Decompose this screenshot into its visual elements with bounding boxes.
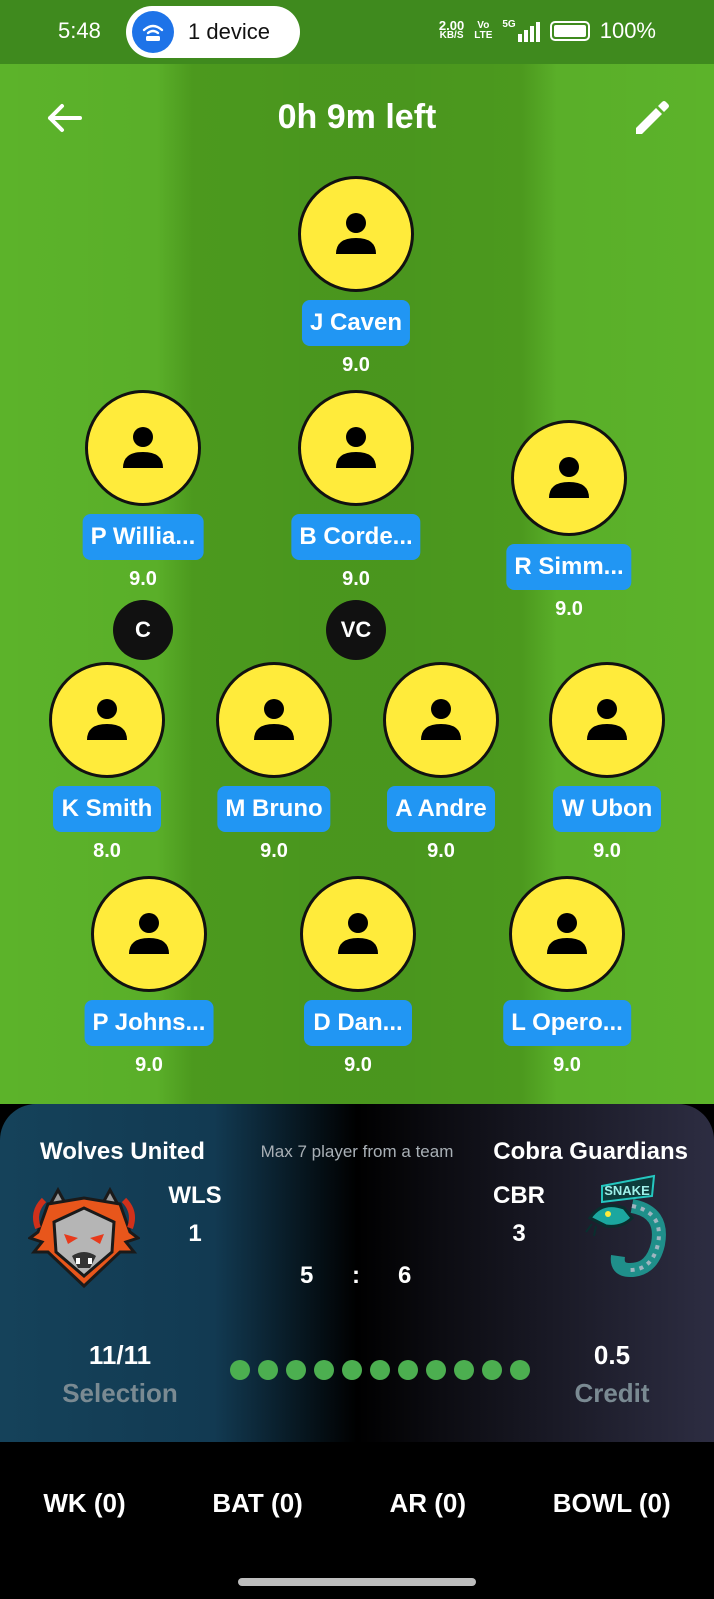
progress-dot bbox=[398, 1360, 418, 1380]
tab-wk[interactable]: WK (0) bbox=[43, 1488, 125, 1519]
player-name: A Andre bbox=[387, 786, 495, 832]
category-tabs: WK (0) BAT (0) AR (0) BOWL (0) bbox=[0, 1442, 714, 1564]
player-credit: 9.0 bbox=[553, 1054, 581, 1076]
battery-icon bbox=[549, 21, 590, 41]
system-nav-bar bbox=[0, 1564, 714, 1599]
captain-badge: C bbox=[113, 600, 173, 660]
snake-logo-icon: SNAKE bbox=[572, 1166, 684, 1278]
player-card[interactable]: P Willia... 9.0 bbox=[53, 390, 233, 610]
svg-text:SNAKE: SNAKE bbox=[604, 1183, 650, 1198]
player-name: W Ubon bbox=[553, 786, 661, 832]
player-credit: 9.0 bbox=[129, 568, 157, 590]
selection-label: Selection bbox=[62, 1378, 178, 1408]
progress-dot bbox=[426, 1360, 446, 1380]
player-name: M Bruno bbox=[217, 786, 331, 832]
tab-bat[interactable]: BAT (0) bbox=[212, 1488, 303, 1519]
pencil-icon bbox=[636, 101, 669, 134]
progress-dot bbox=[258, 1360, 278, 1380]
player-name: P Johns... bbox=[84, 1000, 214, 1046]
selection-value: 11/11 bbox=[88, 1340, 152, 1370]
player-card[interactable]: D Dan... 9.0 bbox=[268, 876, 448, 1096]
player-card[interactable]: A Andre 9.0 bbox=[351, 662, 531, 882]
progress-dot bbox=[230, 1360, 250, 1380]
device-count-label: 1 device bbox=[188, 19, 270, 44]
player-avatar-icon bbox=[298, 390, 414, 506]
player-card[interactable]: J Caven 9.0 bbox=[266, 176, 446, 396]
player-avatar-icon bbox=[300, 876, 416, 992]
player-name: L Opero... bbox=[503, 1000, 631, 1046]
player-avatar-icon bbox=[509, 876, 625, 992]
status-time: 5:48 bbox=[58, 18, 101, 43]
player-avatar-icon bbox=[49, 662, 165, 778]
time-left-title: 0h 9m left bbox=[277, 98, 437, 136]
team2-name: Cobra Guardians bbox=[493, 1138, 688, 1165]
player-card[interactable]: P Johns... 9.0 bbox=[59, 876, 239, 1096]
player-credit: 9.0 bbox=[344, 1054, 372, 1076]
player-credit: 9.0 bbox=[593, 840, 621, 862]
home-indicator[interactable] bbox=[238, 1578, 476, 1586]
player-card[interactable]: L Opero... 9.0 bbox=[477, 876, 657, 1096]
edit-button[interactable] bbox=[628, 94, 676, 142]
player-card[interactable]: K Smith 8.0 bbox=[17, 662, 197, 882]
player-name: B Corde... bbox=[291, 514, 421, 560]
selection-progress bbox=[230, 1360, 530, 1380]
status-bar: 5:48 1 device 2.00 KB/S Vo LTE 5G 100% bbox=[0, 0, 714, 64]
player-credit: 9.0 bbox=[135, 1054, 163, 1076]
tab-bowl[interactable]: BOWL (0) bbox=[553, 1488, 671, 1519]
player-name: R Simm... bbox=[506, 544, 632, 590]
player-card[interactable]: B Corde... 9.0 bbox=[266, 390, 446, 610]
progress-dot bbox=[342, 1360, 362, 1380]
player-credit: 9.0 bbox=[260, 840, 288, 862]
vice-captain-badge: VC bbox=[326, 600, 386, 660]
player-avatar-icon bbox=[91, 876, 207, 992]
score-left: 5 bbox=[300, 1262, 314, 1289]
score-right: 6 bbox=[398, 1262, 412, 1289]
team1-code: WLS bbox=[168, 1182, 222, 1209]
player-avatar-icon bbox=[298, 176, 414, 292]
player-credit: 9.0 bbox=[427, 840, 455, 862]
progress-dot bbox=[286, 1360, 306, 1380]
signal-icon: 5G bbox=[502, 20, 540, 42]
team2-count: 3 bbox=[512, 1220, 526, 1247]
player-avatar-icon bbox=[85, 390, 201, 506]
player-credit: 8.0 bbox=[93, 840, 121, 862]
top-bar: 0h 9m left bbox=[0, 64, 714, 174]
team-summary-panel: Wolves United Max 7 player from a team C… bbox=[0, 1104, 714, 1442]
player-avatar-icon bbox=[216, 662, 332, 778]
wolf-logo-icon bbox=[26, 1182, 142, 1294]
tab-ar[interactable]: AR (0) bbox=[389, 1488, 466, 1519]
status-icons: 2.00 KB/S Vo LTE 5G 100% bbox=[439, 18, 656, 44]
progress-dot bbox=[482, 1360, 502, 1380]
screen: 5:48 1 device 2.00 KB/S Vo LTE 5G 100% 0… bbox=[0, 0, 714, 1599]
player-credit: 9.0 bbox=[342, 568, 370, 590]
player-card[interactable]: R Simm... 9.0 bbox=[479, 420, 659, 640]
player-name: K Smith bbox=[53, 786, 161, 832]
player-card[interactable]: M Bruno 9.0 bbox=[184, 662, 364, 882]
player-card[interactable]: W Ubon 9.0 bbox=[517, 662, 697, 882]
score-separator: : bbox=[352, 1262, 360, 1289]
credit-value: 0.5 bbox=[593, 1340, 631, 1370]
credit-label: Credit bbox=[574, 1378, 650, 1408]
player-name: P Willia... bbox=[82, 514, 204, 560]
hotspot-icon bbox=[132, 11, 174, 53]
team2-code: CBR bbox=[493, 1182, 545, 1209]
volte-icon: Vo LTE bbox=[474, 20, 493, 41]
progress-dot bbox=[314, 1360, 334, 1380]
player-avatar-icon bbox=[511, 420, 627, 536]
player-credit: 9.0 bbox=[555, 598, 583, 620]
player-credit: 9.0 bbox=[342, 354, 370, 376]
net-speed: 2.00 KB/S bbox=[438, 18, 465, 41]
player-name: D Dan... bbox=[304, 1000, 412, 1046]
battery-percent: 100% bbox=[599, 18, 656, 43]
player-avatar-icon bbox=[549, 662, 665, 778]
progress-dot bbox=[370, 1360, 390, 1380]
connected-devices-pill[interactable]: 1 device bbox=[126, 6, 300, 58]
player-name: J Caven bbox=[301, 300, 411, 346]
progress-dot bbox=[454, 1360, 474, 1380]
team1-count: 1 bbox=[188, 1220, 202, 1247]
player-avatar-icon bbox=[383, 662, 499, 778]
